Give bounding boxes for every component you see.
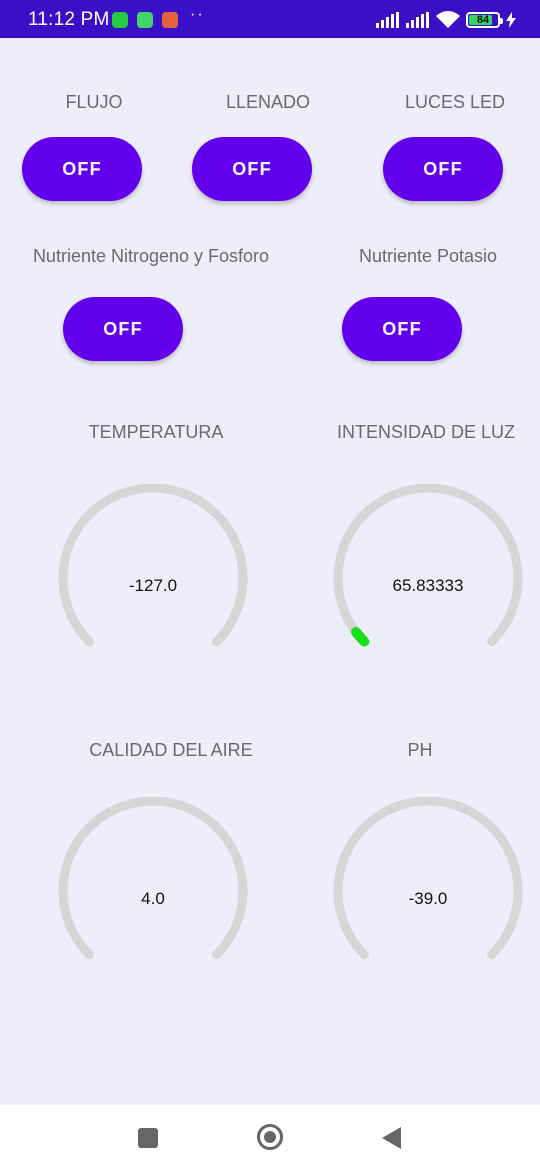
llenado-toggle-button[interactable]: OFF bbox=[192, 137, 312, 201]
temperatura-gauge-track bbox=[58, 484, 248, 647]
intensidad-luz-gauge: 65.83333 bbox=[328, 484, 528, 654]
ph-label: PH bbox=[407, 740, 433, 760]
calidad-aire-gauge-track bbox=[58, 797, 248, 960]
intensidad-luz-value: 65.83333 bbox=[392, 576, 464, 595]
signal-icon bbox=[406, 12, 429, 28]
status-bar: 11:12 PM ·· 84 bbox=[0, 0, 540, 38]
whatsapp-icon bbox=[112, 12, 128, 28]
calidad-aire-label: CALIDAD DEL AIRE bbox=[89, 740, 253, 760]
nutriente-potasio-toggle-button[interactable]: OFF bbox=[342, 297, 462, 361]
ph-value: -39.0 bbox=[408, 889, 448, 908]
status-time: 11:12 PM bbox=[28, 9, 110, 30]
temperatura-gauge: -127.0 bbox=[53, 484, 253, 654]
navigation-bar bbox=[0, 1105, 540, 1170]
calidad-aire-value: 4.0 bbox=[141, 889, 165, 908]
intensidad-luz-gauge-track bbox=[333, 484, 523, 647]
recents-square-icon[interactable] bbox=[138, 1128, 158, 1148]
temperatura-value: -127.0 bbox=[128, 576, 178, 595]
wifi-icon bbox=[436, 11, 460, 28]
temperatura-label: TEMPERATURA bbox=[88, 422, 224, 442]
luces-led-label: LUCES LED bbox=[404, 92, 506, 112]
intensidad-luz-gauge-progress bbox=[351, 627, 370, 647]
battery-level: 84 bbox=[476, 14, 490, 26]
android-icon bbox=[137, 12, 153, 28]
app-icon bbox=[162, 12, 178, 28]
more-notifications-icon: ·· bbox=[190, 6, 205, 23]
flujo-toggle-button[interactable]: OFF bbox=[22, 137, 142, 201]
back-triangle-icon[interactable] bbox=[382, 1127, 401, 1149]
nutriente-nf-toggle-button[interactable]: OFF bbox=[63, 297, 183, 361]
charging-icon bbox=[506, 12, 516, 28]
signal-icon bbox=[376, 12, 399, 28]
nutriente-potasio-label: Nutriente Potasio bbox=[358, 246, 498, 266]
luces-led-toggle-button[interactable]: OFF bbox=[383, 137, 503, 201]
intensidad-luz-label: INTENSIDAD DE LUZ bbox=[336, 422, 516, 442]
battery-icon: 84 bbox=[466, 12, 503, 28]
ph-gauge: -39.0 bbox=[328, 797, 528, 967]
llenado-label: LLENADO bbox=[225, 92, 311, 112]
status-icons: 84 bbox=[376, 10, 516, 30]
calidad-aire-gauge: 4.0 bbox=[53, 797, 253, 967]
nutriente-nf-label: Nutriente Nitrogeno y Fosforo bbox=[32, 246, 270, 266]
flujo-label: FLUJO bbox=[65, 92, 123, 112]
home-circle-icon[interactable] bbox=[257, 1124, 283, 1150]
ph-gauge-track bbox=[333, 797, 523, 960]
